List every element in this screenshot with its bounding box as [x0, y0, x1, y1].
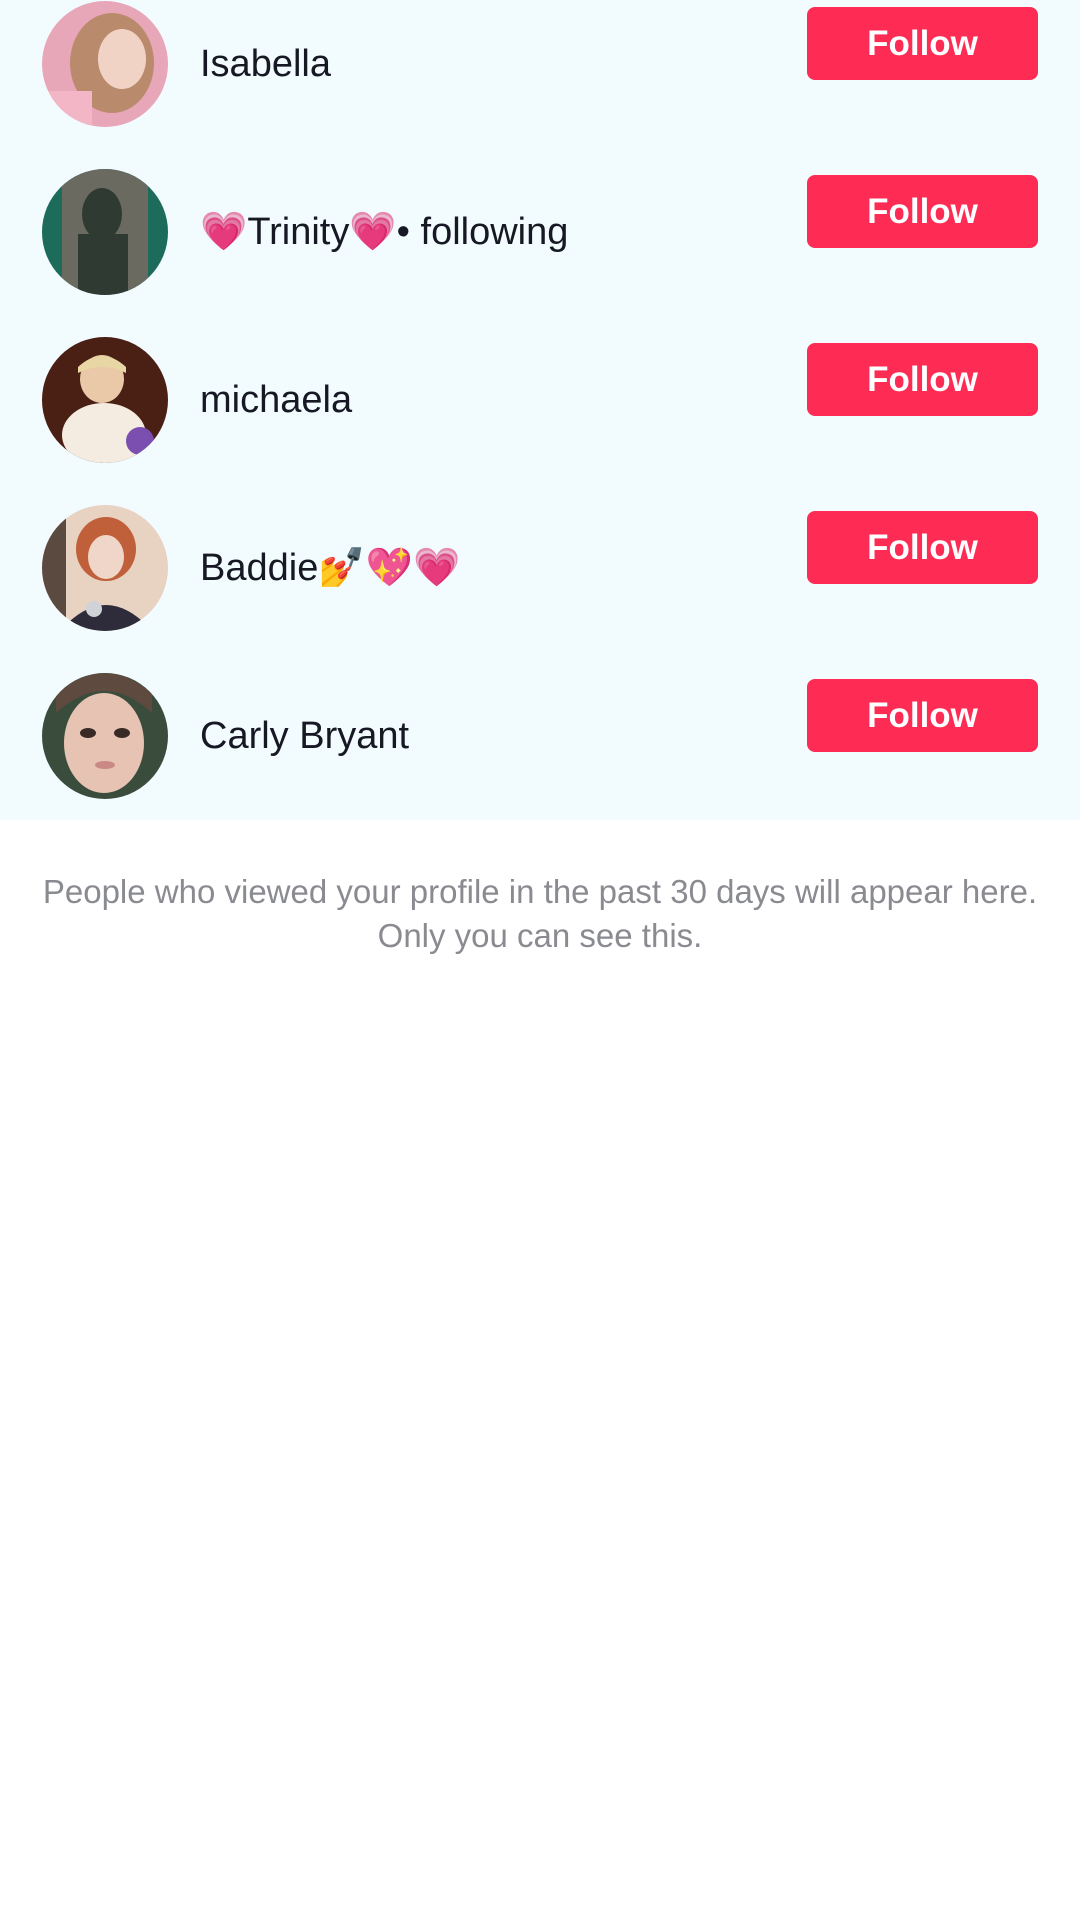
viewer-row[interactable]: Carly Bryant Follow	[0, 652, 1080, 820]
avatar[interactable]	[42, 1, 168, 127]
avatar[interactable]	[42, 673, 168, 799]
avatar[interactable]	[42, 169, 168, 295]
follow-button[interactable]: Follow	[807, 343, 1038, 416]
profile-viewers-list: Isabella Follow 💗Trinity💗• following Fol…	[0, 0, 1080, 820]
viewer-row[interactable]: michaela Follow	[0, 316, 1080, 484]
viewer-row[interactable]: 💗Trinity💗• following Follow	[0, 148, 1080, 316]
privacy-note: People who viewed your profile in the pa…	[42, 873, 1038, 954]
follow-button[interactable]: Follow	[807, 511, 1038, 584]
viewer-username[interactable]: 💗Trinity💗• following	[200, 148, 568, 316]
viewer-row[interactable]: Baddie💅💖💗 Follow	[0, 484, 1080, 652]
viewer-row[interactable]: Isabella Follow	[0, 0, 1080, 148]
viewer-username[interactable]: michaela	[200, 316, 352, 484]
viewer-username[interactable]: Carly Bryant	[200, 652, 409, 820]
viewer-username[interactable]: Isabella	[200, 0, 331, 148]
avatar[interactable]	[42, 337, 168, 463]
follow-button[interactable]: Follow	[807, 175, 1038, 248]
viewer-username[interactable]: Baddie💅💖💗	[200, 484, 460, 652]
avatar[interactable]	[42, 505, 168, 631]
follow-button[interactable]: Follow	[807, 7, 1038, 80]
follow-button[interactable]: Follow	[807, 679, 1038, 752]
